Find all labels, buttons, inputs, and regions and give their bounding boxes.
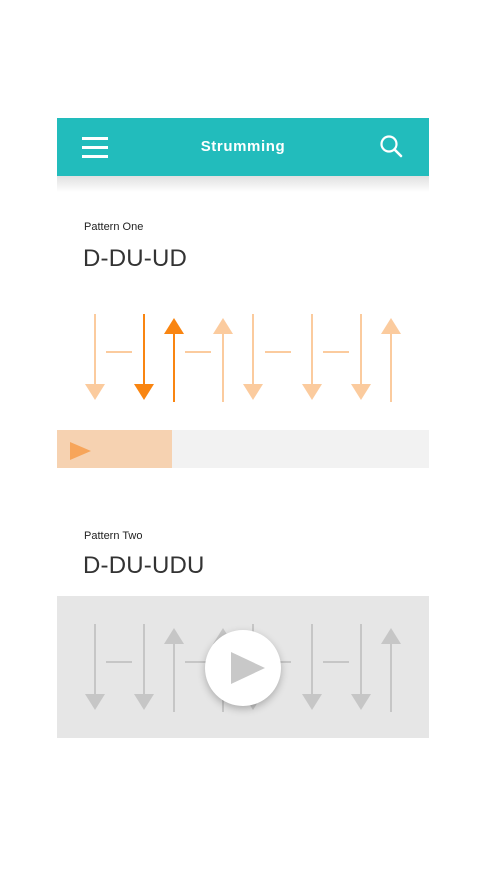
down-strum-arrow	[134, 624, 154, 710]
up-strum-arrow	[381, 318, 401, 402]
app-bar-shadow	[57, 176, 429, 192]
down-strum-arrow	[351, 314, 371, 400]
up-strum-arrow	[164, 628, 184, 712]
down-strum-arrow	[85, 314, 105, 400]
pattern-one-name: D-DU-UD	[83, 245, 188, 272]
pattern-one-player[interactable]	[57, 430, 429, 468]
play-icon[interactable]	[70, 442, 92, 465]
phone-screen: Strumming Pattern One D-DU-UD Pattern Tw…	[57, 118, 429, 758]
down-strum-arrow	[85, 624, 105, 710]
pattern-two-name: D-DU-UDU	[83, 552, 205, 579]
pattern-one-label: Pattern One	[84, 221, 144, 233]
pattern-one-strum-diagram	[85, 314, 401, 402]
pattern-two-label: Pattern Two	[84, 530, 143, 542]
play-circle-icon	[231, 652, 265, 684]
down-strum-arrow	[302, 624, 322, 710]
down-strum-arrow	[302, 314, 322, 400]
app-title: Strumming	[200, 138, 286, 155]
down-strum-arrow	[243, 314, 263, 400]
search-icon[interactable]	[379, 134, 405, 160]
down-strum-arrow	[134, 314, 154, 400]
pattern-two-locked-panel	[57, 596, 429, 738]
app-bar: Strumming	[57, 118, 429, 176]
down-strum-arrow	[351, 624, 371, 710]
up-strum-arrow	[164, 318, 184, 402]
play-circle-button[interactable]	[205, 630, 281, 706]
up-strum-arrow	[381, 628, 401, 712]
up-strum-arrow	[213, 318, 233, 402]
